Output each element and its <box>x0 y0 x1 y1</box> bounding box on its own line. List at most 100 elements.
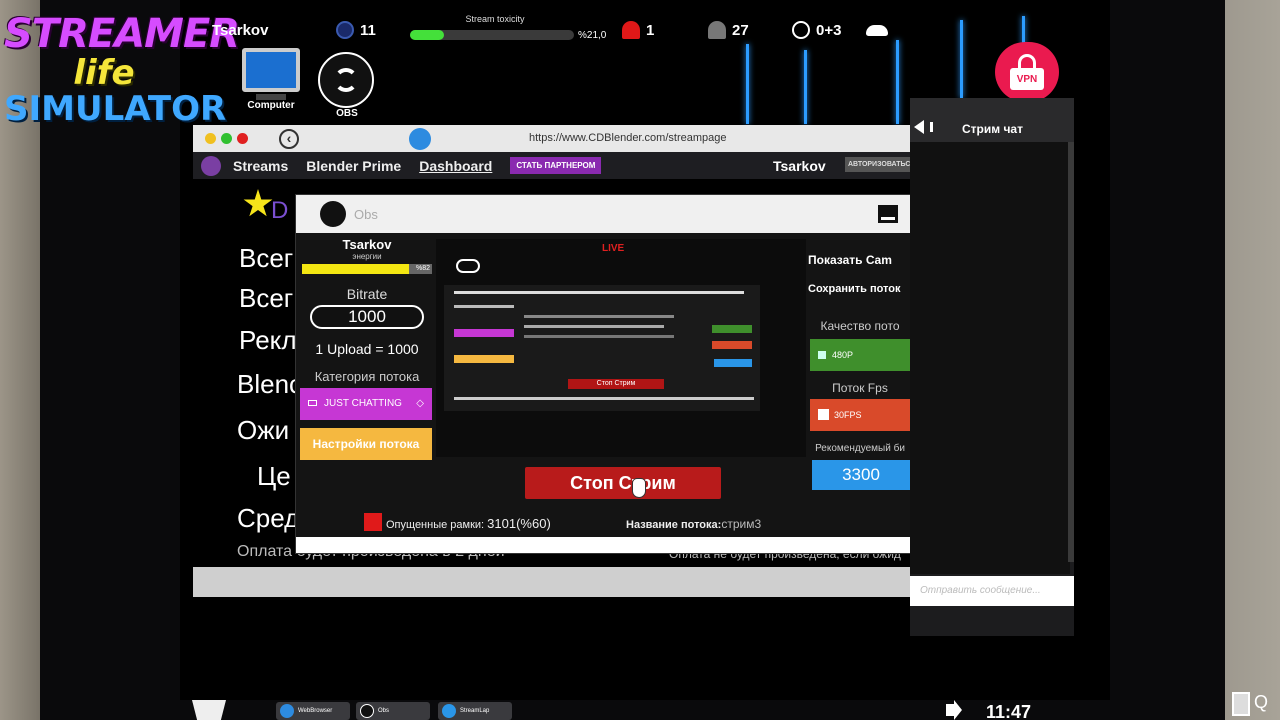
category-value: JUST CHATTING <box>324 398 402 409</box>
chevron-updown-icon: ◇ <box>416 398 424 409</box>
energy-value: %82 <box>415 265 430 272</box>
quality-icon <box>818 351 826 359</box>
speaker-icon[interactable] <box>946 700 962 720</box>
category-select[interactable]: JUST CHATTING ◇ <box>300 388 432 420</box>
chat-title: Стрим чат <box>962 122 1023 136</box>
chat-input[interactable]: Отправить сообщение... <box>910 576 1074 606</box>
toxicity-meter: Stream toxicity %21,0 <box>410 14 610 41</box>
stream-name: Название потока:стрим3 <box>626 517 761 531</box>
upload-info: 1 Upload = 1000 <box>315 341 419 357</box>
level-value: 11 <box>360 21 376 39</box>
energy-fill <box>302 264 409 274</box>
dashboard-line: Ожи <box>237 415 290 445</box>
dashboard-line: Це <box>257 461 291 491</box>
player-name: Tsarkov <box>212 21 269 39</box>
alert-person-icon <box>622 21 640 39</box>
toxicity-value: %21,0 <box>578 30 607 41</box>
hud-alerts: 1 <box>622 16 654 44</box>
dashboard-line: Всег <box>239 243 294 273</box>
dashboard-line: Всег <box>239 283 294 313</box>
cloud-icon <box>866 24 888 36</box>
hand-cursor-icon <box>632 478 646 498</box>
quality-value: 480P <box>832 350 854 360</box>
star-icon <box>243 189 273 217</box>
taskbar-clock: 11:47 <box>986 702 1032 720</box>
neon-line <box>746 44 749 124</box>
quality-select[interactable]: 480P <box>810 339 912 371</box>
fps-select[interactable]: 30FPS <box>810 399 912 431</box>
viewers-value: 27 <box>732 21 749 39</box>
site-logo-icon[interactable] <box>201 155 221 176</box>
quality-label: Качество пото <box>820 319 900 333</box>
nav-blender-prime[interactable]: Blender Prime <box>306 158 401 174</box>
dashboard-line: Сред <box>237 503 300 533</box>
streamlap-icon <box>442 704 456 718</box>
become-partner-button[interactable]: СТАТЬ ПАРТНЕРОМ <box>510 157 602 174</box>
maximize-dot[interactable] <box>221 133 232 144</box>
show-cam-toggle[interactable]: Показать Cam <box>808 253 912 267</box>
close-dot[interactable] <box>237 133 248 144</box>
desktop-icon-computer[interactable]: Computer <box>238 48 304 111</box>
energy-label: энергии <box>352 252 382 261</box>
door-icon[interactable] <box>1232 692 1250 716</box>
save-stream-toggle[interactable]: Сохранить поток <box>808 283 912 295</box>
chat-scrollbar[interactable] <box>1068 142 1074 562</box>
toxicity-bar <box>410 30 574 40</box>
taskbar-streamlap[interactable]: StreamLap <box>438 702 512 720</box>
stop-stream-button[interactable]: Стоп Стрим <box>525 467 721 499</box>
toxicity-fill <box>410 30 445 40</box>
minimize-icon[interactable] <box>878 205 898 223</box>
viewers-icon <box>708 21 726 39</box>
desktop-icon-label: OBS <box>336 108 358 119</box>
computer-icon <box>242 48 300 92</box>
fps-label: Поток Fps <box>832 381 888 395</box>
chat-bar-icon <box>930 122 933 132</box>
nav-streams[interactable]: Streams <box>233 158 288 174</box>
energy-bar: %82 <box>302 264 432 274</box>
dashboard-line: Рекл <box>239 325 297 355</box>
preview-nested-screen: Стоп Стрим <box>444 285 760 411</box>
stream-settings-button[interactable]: Настройки потока <box>300 428 432 460</box>
hud-level: 11 <box>336 16 376 44</box>
search-icon[interactable]: Q <box>1254 692 1268 713</box>
address-bar[interactable]: https://www.CDBlender.com/streampage <box>529 132 726 144</box>
vpn-button[interactable]: VPN <box>995 42 1059 102</box>
taskbar-webbrowser[interactable]: WebBrowser <box>276 702 350 720</box>
start-icon[interactable] <box>192 700 226 720</box>
browser-titlebar: ‹ https://www.CDBlender.com/streampage <box>193 125 911 152</box>
hud-viewers: 27 <box>708 16 749 44</box>
chat-messages <box>910 142 1070 574</box>
obs-bottom-bar <box>296 537 910 553</box>
collapse-arrow-icon[interactable] <box>914 120 924 134</box>
stream-name-value: стрим3 <box>721 517 762 531</box>
obs-right-panel: Показать Cam Сохранить поток Качество по… <box>808 239 912 490</box>
dashboard-line: Blenc <box>237 369 303 399</box>
clock-icon <box>792 21 810 39</box>
time-bonus-value: 0+3 <box>816 21 842 39</box>
back-arrow-icon[interactable]: ‹ <box>279 129 299 149</box>
logo-streamer: STREAMER <box>4 11 240 57</box>
nav-dashboard[interactable]: Dashboard <box>419 158 492 174</box>
recommended-bitrate-value: 3300 <box>812 460 910 490</box>
recommended-bitrate-label: Рекомендуемый би <box>815 443 905 454</box>
logo-simulator: SIMULATOR <box>4 89 227 129</box>
bitrate-input[interactable]: 1000 <box>310 305 424 329</box>
desktop-icon-obs[interactable]: OBS <box>318 52 376 119</box>
taskbar-obs[interactable]: Obs <box>356 702 430 720</box>
nav-username[interactable]: Tsarkov <box>773 158 826 174</box>
login-button[interactable]: АВТОРИЗОВАТЬСЯ <box>845 157 919 172</box>
minimize-dot[interactable] <box>205 133 216 144</box>
chat-icon <box>308 400 317 406</box>
globe-icon <box>280 704 294 718</box>
dropped-frames-value: 3101(%60) <box>487 516 551 531</box>
fps-checkbox[interactable] <box>818 409 829 420</box>
site-navbar: Streams Blender Prime Dashboard СТАТЬ ПА… <box>193 152 919 179</box>
obs-title: Obs <box>354 207 378 222</box>
globe-icon <box>409 128 431 150</box>
obs-window: Obs Tsarkov энергии %82 Bitrate 1000 1 U… <box>295 194 912 554</box>
hud-weather <box>866 16 894 44</box>
preview-obs-icon <box>456 259 480 273</box>
desktop-icon-label: Computer <box>247 100 295 111</box>
hud-player: Tsarkov <box>212 16 268 44</box>
obs-left-panel: Tsarkov энергии %82 Bitrate 1000 1 Uploa… <box>300 237 434 460</box>
